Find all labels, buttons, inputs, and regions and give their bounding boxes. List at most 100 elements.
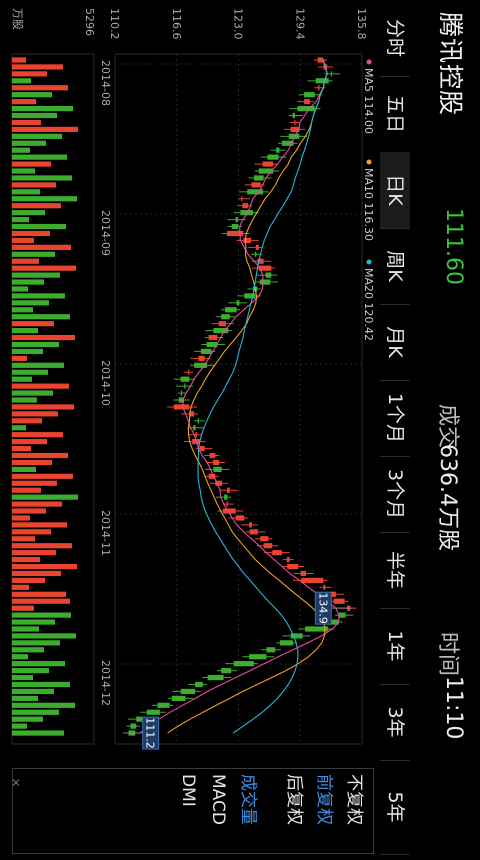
volume-bar	[12, 328, 38, 334]
date-tick-label: 2014-11	[99, 510, 112, 556]
volume-bar	[12, 133, 62, 139]
date-axis: 2014-08 2014-09 2014-10 2014-11 2014-12	[99, 60, 112, 706]
candle-body	[304, 99, 310, 105]
candle-body	[193, 425, 196, 431]
volume-bar	[12, 78, 31, 84]
volume-bar	[12, 279, 44, 285]
tab-weekly-k[interactable]: 周K	[380, 228, 410, 305]
volume-bar	[12, 189, 40, 195]
tab-1-year[interactable]: 1年	[380, 608, 410, 685]
candle-body	[254, 251, 257, 257]
volume-bar	[12, 300, 49, 306]
volume-bar	[12, 362, 64, 368]
tab-monthly-k[interactable]: 月K	[380, 304, 410, 381]
ma-legend-entry: MA5 114.00	[362, 68, 375, 134]
candle-body	[297, 105, 315, 112]
volume-bar	[12, 570, 61, 577]
volume-bar	[12, 119, 41, 126]
candle-body	[286, 556, 290, 563]
candle-body	[198, 355, 205, 361]
kline-chart[interactable]: 135.8 129.4 123.0 116.6 110.2 MA5 114.00 MA10…	[0, 0, 380, 854]
tab-five-day[interactable]: 五日	[380, 76, 410, 153]
candle-body	[262, 161, 274, 167]
candle-body	[318, 85, 320, 91]
volume-bar	[12, 321, 54, 327]
corner-close-icon[interactable]: ✕	[9, 778, 22, 788]
volume-bar	[12, 598, 70, 604]
candle-body	[212, 459, 220, 466]
volume-bar	[12, 334, 75, 341]
volume-bar	[12, 626, 39, 632]
volume-bar	[12, 612, 71, 618]
volume-bar	[12, 57, 26, 63]
ma-legend-dot	[366, 259, 372, 265]
no-adjust-option[interactable]: 不复权	[342, 774, 366, 860]
candle-body	[276, 147, 280, 153]
volume-bar	[12, 577, 45, 584]
candle-body	[224, 494, 228, 500]
volume-bar	[12, 230, 50, 237]
volume-bar	[12, 210, 45, 216]
volume-bar	[12, 314, 70, 320]
candle-body	[251, 182, 261, 188]
volume-axis: 5296 万股	[11, 8, 96, 36]
volume-bar	[12, 501, 62, 507]
volume-bar	[12, 196, 77, 202]
date-tick-label: 2014-12	[99, 660, 112, 706]
volume-bar	[12, 237, 34, 244]
volume-bar	[12, 85, 68, 91]
candle-body	[266, 647, 276, 653]
tab-3-month[interactable]: 3个月	[380, 456, 410, 533]
volume-bar	[12, 272, 60, 278]
candle-body	[195, 432, 198, 438]
candle-body	[226, 501, 228, 507]
tab-daily-k[interactable]: 日K	[380, 152, 410, 229]
volume-bar	[12, 536, 35, 542]
candle-body	[247, 189, 264, 195]
volume-bar	[12, 591, 66, 597]
candle-body	[292, 112, 295, 119]
tab-minute[interactable]: 分时	[380, 0, 410, 77]
volume-bar	[12, 668, 49, 674]
volume-label: 成交	[435, 404, 460, 449]
volume-bar	[12, 688, 54, 695]
volume-bar	[12, 661, 65, 667]
ma20-line	[197, 59, 328, 734]
volume-bar	[12, 452, 68, 459]
tab-1-month[interactable]: 1个月	[380, 380, 410, 457]
candle-body	[180, 376, 190, 382]
volume-bar	[12, 376, 32, 382]
forward-adjust-option[interactable]: 前复权	[312, 774, 336, 860]
volume-bar	[12, 404, 74, 410]
volume-bar	[12, 723, 27, 729]
volume-indicator-option[interactable]: 成交量	[236, 774, 260, 860]
volume-bar	[12, 605, 34, 611]
high-marker-label: 134.9	[316, 592, 329, 624]
volume-bar	[12, 702, 75, 708]
volume-bar	[12, 432, 63, 438]
backward-adjust-option[interactable]: 后复权	[282, 774, 306, 860]
chart-area[interactable]: 135.8 129.4 123.0 116.6 110.2 MA5 114.00 MA10…	[0, 0, 380, 854]
dmi-indicator-option[interactable]: DMI	[176, 774, 200, 860]
candle-body	[255, 244, 259, 250]
volume-bar	[12, 556, 40, 563]
candle-body	[338, 612, 346, 618]
candle-body	[333, 598, 345, 604]
tab-3-year[interactable]: 3年	[380, 684, 410, 761]
macd-indicator-option[interactable]: MACD	[206, 774, 230, 860]
ma-legend-dot	[366, 59, 372, 65]
candle-body	[259, 279, 271, 285]
candle-body	[136, 716, 143, 722]
tab-5-year[interactable]: 5年	[380, 760, 410, 855]
volume-bar	[12, 99, 36, 105]
volume-bar	[12, 487, 41, 493]
tab-half-year[interactable]: 半年	[380, 532, 410, 609]
volume-bar	[12, 355, 27, 361]
volume-bar	[12, 168, 35, 174]
candle-body	[301, 577, 324, 584]
price-axis: 135.8 129.4 123.0 116.6 110.2	[108, 8, 368, 40]
volume-bar	[12, 709, 59, 715]
candle-body	[221, 314, 230, 320]
volume-bar	[12, 730, 64, 736]
date-tick-label: 2014-09	[99, 210, 112, 256]
